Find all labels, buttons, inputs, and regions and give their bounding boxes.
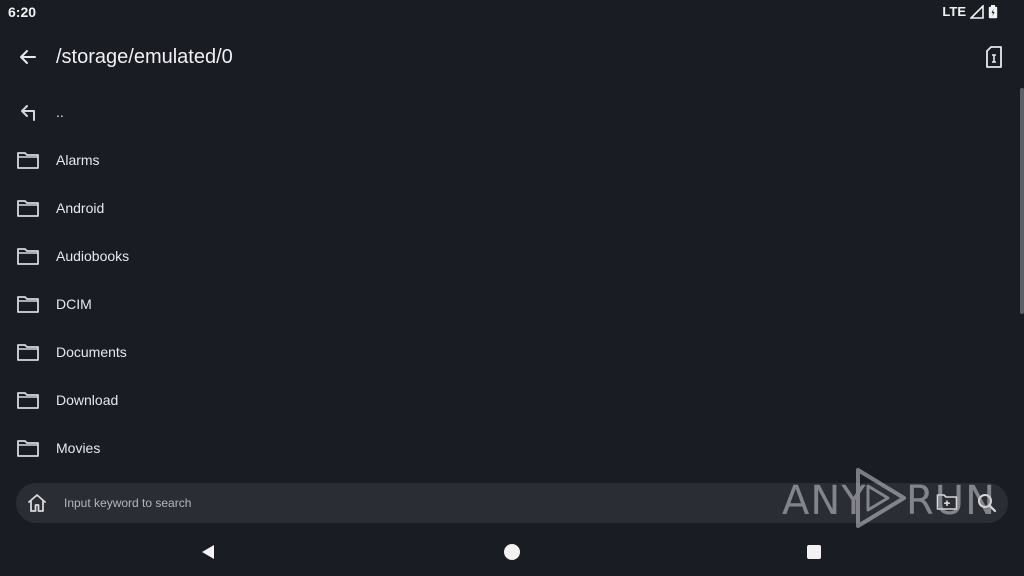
back-button[interactable] bbox=[14, 43, 42, 71]
screen: 6:20 LTE /storage/emulated/0 .. Alarms A… bbox=[0, 0, 1024, 576]
list-item-parent[interactable]: .. bbox=[0, 88, 1016, 136]
sd-card-icon bbox=[986, 46, 1002, 68]
watermark-text-right: RUN bbox=[906, 478, 996, 524]
folder-icon bbox=[16, 292, 40, 316]
network-type: LTE bbox=[942, 4, 966, 19]
battery-icon bbox=[988, 4, 998, 19]
home-button[interactable] bbox=[26, 492, 48, 514]
folder-icon bbox=[16, 196, 40, 220]
status-bar: 6:20 LTE bbox=[0, 0, 1024, 24]
file-list: .. Alarms Android Audiobooks DCIM Docume… bbox=[0, 88, 1016, 472]
status-time: 6:20 bbox=[8, 4, 37, 20]
folder-icon bbox=[16, 388, 40, 412]
nav-back-icon bbox=[202, 545, 214, 559]
system-nav-bar bbox=[0, 528, 1024, 576]
arrow-left-icon bbox=[20, 50, 36, 64]
list-item-folder[interactable]: DCIM bbox=[0, 280, 1016, 328]
signal-icon bbox=[970, 4, 984, 19]
list-item-label: Audiobooks bbox=[56, 248, 130, 264]
list-item-label: Download bbox=[56, 392, 119, 408]
folder-icon bbox=[16, 148, 40, 172]
storage-select-button[interactable] bbox=[980, 43, 1008, 71]
anyrun-watermark: ANY RUN bbox=[782, 468, 995, 528]
nav-home-icon bbox=[504, 544, 520, 560]
folder-icon bbox=[16, 244, 40, 268]
play-logo-icon bbox=[854, 468, 908, 533]
folder-icon bbox=[16, 436, 40, 460]
list-item-label: Documents bbox=[56, 344, 127, 360]
folder-icon bbox=[16, 340, 40, 364]
home-icon bbox=[28, 494, 46, 512]
parent-folder-icon bbox=[16, 100, 40, 124]
app-bar: /storage/emulated/0 bbox=[0, 34, 1024, 80]
list-item-label: Alarms bbox=[56, 152, 100, 168]
nav-recents-button[interactable] bbox=[802, 540, 826, 564]
list-item-folder[interactable]: Alarms bbox=[0, 136, 1016, 184]
list-item-label: DCIM bbox=[56, 296, 92, 312]
list-item-folder[interactable]: Download bbox=[0, 376, 1016, 424]
list-item-folder[interactable]: Documents bbox=[0, 328, 1016, 376]
nav-home-button[interactable] bbox=[500, 540, 524, 564]
list-item-folder[interactable]: Movies bbox=[0, 424, 1016, 472]
list-scrollbar[interactable] bbox=[1020, 88, 1024, 314]
status-indicators: LTE bbox=[942, 4, 998, 19]
list-item-folder[interactable]: Android bbox=[0, 184, 1016, 232]
current-path-title: /storage/emulated/0 bbox=[56, 46, 233, 68]
list-item-label: Android bbox=[56, 200, 105, 216]
search-input[interactable] bbox=[64, 493, 764, 513]
nav-back-button[interactable] bbox=[196, 540, 220, 564]
list-item-label: Movies bbox=[56, 440, 101, 456]
nav-recents-icon bbox=[807, 545, 821, 559]
list-item-label: .. bbox=[56, 104, 64, 120]
list-item-folder[interactable]: Audiobooks bbox=[0, 232, 1016, 280]
